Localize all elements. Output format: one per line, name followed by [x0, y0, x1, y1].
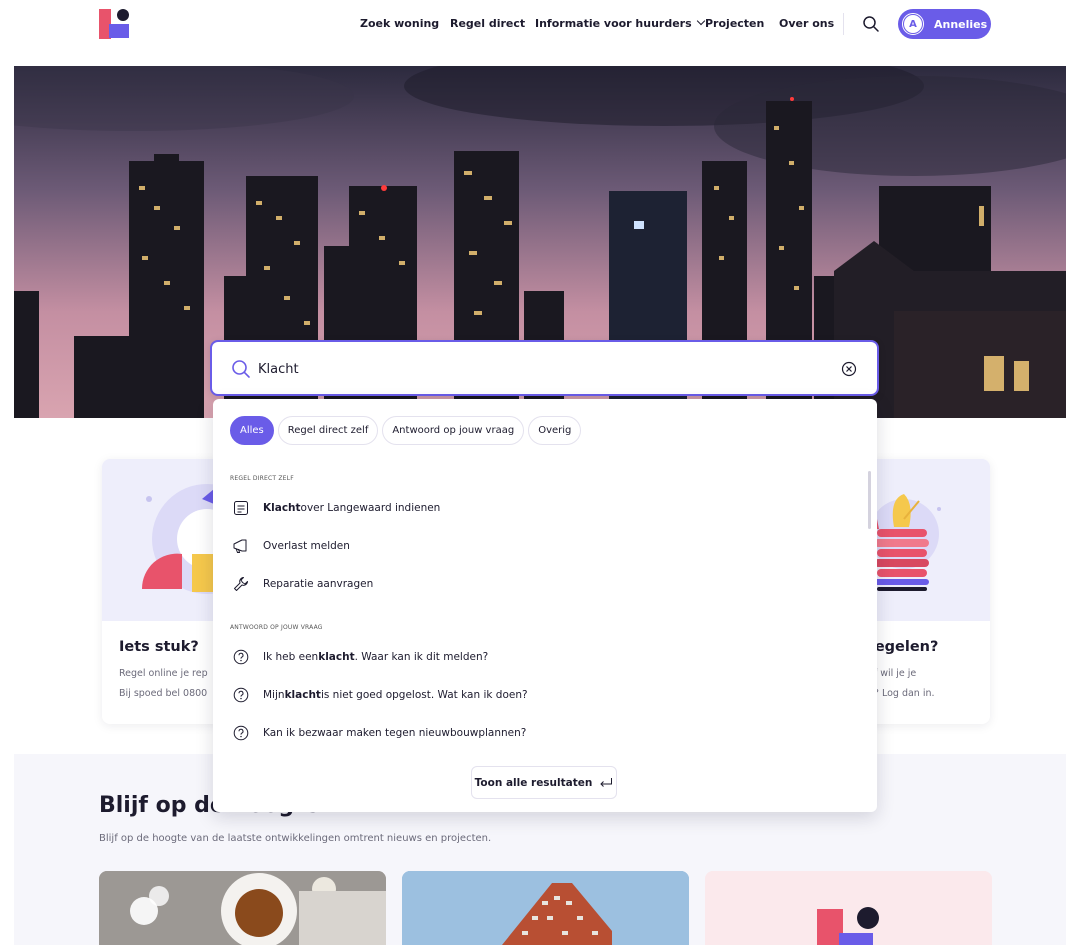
- result-item[interactable]: Ik heb een klacht. Waar kan ik dit melde…: [232, 645, 488, 669]
- results-section-label: REGEL DIRECT ZELF: [230, 475, 294, 482]
- question-icon: [232, 725, 249, 742]
- result-item[interactable]: Mijn klacht is niet goed opgelost. Wat k…: [232, 683, 528, 707]
- avatar: A: [902, 13, 924, 35]
- logo[interactable]: [99, 9, 131, 39]
- result-text: . Waar kan ik dit melden?: [354, 651, 489, 663]
- filter-chip-overig[interactable]: Overig: [528, 416, 582, 445]
- enter-icon: [600, 777, 613, 787]
- header: Zoek woning Regel direct Informatie voor…: [0, 0, 1066, 50]
- nav-informatie-voor-huurders[interactable]: Informatie voor huurders: [535, 16, 705, 30]
- section-subtitle: Blijf op de hoogte van de laatste ontwik…: [99, 833, 492, 844]
- megaphone-icon: [232, 538, 249, 555]
- page: Zoek woning Regel direct Informatie voor…: [0, 0, 1066, 945]
- result-highlight: klacht: [318, 651, 355, 663]
- nav-projecten[interactable]: Projecten: [705, 17, 764, 30]
- result-text: Reparatie aanvragen: [263, 578, 374, 590]
- result-highlight: Klacht: [263, 502, 301, 514]
- question-icon: [232, 649, 249, 666]
- user-menu-button[interactable]: A Annelies: [898, 9, 991, 39]
- document-icon: [232, 500, 249, 517]
- show-all-results-button[interactable]: Toon alle resultaten: [471, 766, 617, 799]
- result-text: Kan ik bezwaar maken tegen nieuwbouwplan…: [263, 727, 527, 739]
- card-text-line1: Regel online je rep: [119, 668, 208, 679]
- user-name: Annelies: [934, 17, 988, 31]
- nav-zoek-woning[interactable]: Zoek woning: [360, 17, 439, 30]
- nav-regel-direct[interactable]: Regel direct: [450, 17, 525, 30]
- search-box[interactable]: [210, 340, 879, 396]
- clear-search-icon[interactable]: [841, 361, 857, 377]
- result-item[interactable]: Reparatie aanvragen: [232, 572, 373, 596]
- news-card-image[interactable]: [402, 871, 689, 945]
- filter-chips: Alles Regel direct zelf Antwoord op jouw…: [230, 416, 582, 445]
- result-item[interactable]: Overlast melden: [232, 534, 350, 558]
- nav-informatie-label: Informatie voor huurders: [535, 17, 692, 30]
- results-section-label: ANTWOORD OP JOUW VRAAG: [230, 624, 323, 631]
- search-icon: [232, 360, 250, 378]
- question-icon: [232, 687, 249, 704]
- news-card-image[interactable]: [99, 871, 386, 945]
- result-text-pre: Mijn: [263, 689, 285, 701]
- dropdown-scrollbar[interactable]: [868, 471, 871, 529]
- news-card-logo[interactable]: [705, 871, 992, 945]
- filter-chip-alles[interactable]: Alles: [230, 416, 274, 445]
- result-text: is niet goed opgelost. Wat kan ik doen?: [320, 689, 528, 701]
- result-text: over Langewaard indienen: [300, 502, 441, 514]
- search-results-dropdown: Alles Regel direct zelf Antwoord op jouw…: [213, 399, 877, 812]
- filter-chip-antwoord[interactable]: Antwoord op jouw vraag: [382, 416, 525, 445]
- card-title: Iets stuk?: [119, 639, 199, 655]
- wrench-icon: [232, 576, 249, 593]
- result-item[interactable]: Klacht over Langewaard indienen: [232, 496, 440, 520]
- search-icon[interactable]: [862, 15, 880, 33]
- result-item[interactable]: Kan ik bezwaar maken tegen nieuwbouwplan…: [232, 721, 526, 745]
- nav-divider: [843, 13, 844, 35]
- chevron-down-icon: [696, 16, 705, 26]
- show-all-label: Toon alle resultaten: [474, 776, 593, 789]
- search-input[interactable]: [258, 357, 818, 381]
- result-text-pre: Ik heb een: [263, 651, 319, 663]
- nav-over-ons[interactable]: Over ons: [779, 17, 834, 30]
- filter-chip-regel-direct-zelf[interactable]: Regel direct zelf: [277, 416, 379, 445]
- result-text: Overlast melden: [263, 540, 350, 552]
- result-highlight: klacht: [284, 689, 321, 701]
- card-text-line2: Bij spoed bel 0800: [119, 688, 208, 699]
